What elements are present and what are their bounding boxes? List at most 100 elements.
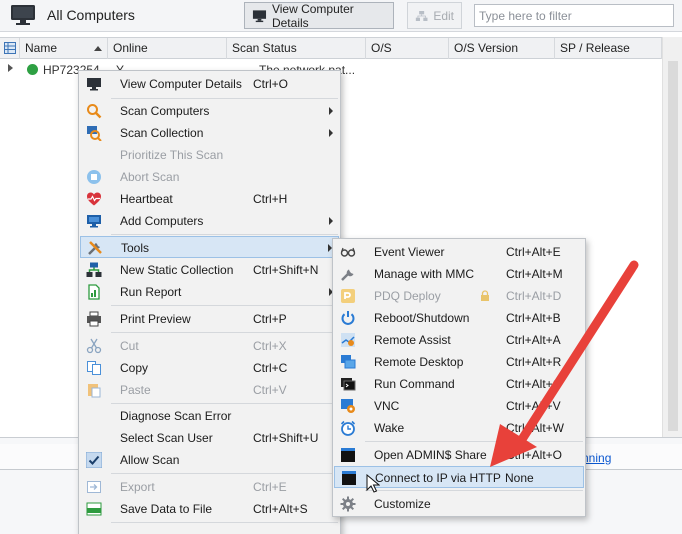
menu-item-open-admin-share[interactable]: Open ADMIN$ Share Ctrl+Alt+O — [334, 444, 584, 466]
console-icon — [342, 471, 356, 485]
menu-item-label: Run Command — [374, 377, 455, 391]
menu-item-shortcut: Ctrl+Alt+O — [506, 448, 563, 462]
menu-item-save-data-to-file[interactable]: Save Data to File Ctrl+Alt+S — [80, 498, 339, 520]
menu-item-customize[interactable]: Customize — [334, 493, 584, 515]
menu-item-wake[interactable]: Wake Ctrl+Alt+W — [334, 417, 584, 439]
menu-item-run-command[interactable]: Run Command Ctrl+Alt+C — [334, 373, 584, 395]
column-sp-release[interactable]: SP / Release — [555, 38, 662, 59]
edit-button[interactable]: Edit — [407, 2, 462, 29]
tools-icon — [88, 241, 102, 255]
menu-item-abort-scan[interactable]: Abort Scan — [80, 166, 339, 188]
share-icon — [341, 448, 355, 462]
menu-item-label: Reboot/Shutdown — [374, 311, 470, 325]
menu-item-cut[interactable]: Cut Ctrl+X — [80, 335, 339, 357]
menu-item-pdq-deploy[interactable]: PDQ Deploy Ctrl+Alt+D — [334, 285, 584, 307]
menu-item-run-report[interactable]: Run Report — [80, 281, 339, 303]
column-label: Name — [25, 41, 58, 55]
terminal-icon — [341, 378, 356, 391]
menu-item-remote-desktop[interactable]: Remote Desktop Ctrl+Alt+R — [334, 351, 584, 373]
page-title: All Computers — [47, 7, 135, 23]
menu-item-shortcut: Ctrl+O — [253, 77, 289, 91]
menu-separator — [111, 403, 338, 404]
edit-tree-icon — [415, 10, 428, 21]
scissors-icon — [86, 338, 102, 354]
menu-separator — [111, 234, 338, 235]
filter-input[interactable] — [474, 4, 674, 27]
menu-item-label: Remote Assist — [374, 333, 451, 347]
menu-item-new-static-collection[interactable]: New Static Collection Ctrl+Shift+N — [80, 259, 339, 281]
edit-button-label: Edit — [433, 8, 454, 23]
menu-item-print-preview[interactable]: Print Preview Ctrl+P — [80, 308, 339, 330]
column-os[interactable]: O/S — [366, 38, 449, 59]
column-os-version[interactable]: O/S Version — [449, 38, 555, 59]
menu-item-remote-assist[interactable]: Remote Assist Ctrl+Alt+A — [334, 329, 584, 351]
grid-icon — [4, 42, 16, 54]
menu-item-event-viewer[interactable]: Event Viewer Ctrl+Alt+E — [334, 241, 584, 263]
menu-item-label: PDQ Deploy — [374, 289, 441, 303]
collection-icon — [86, 262, 102, 277]
submenu-arrow-icon — [329, 217, 333, 225]
column-chooser-button[interactable] — [0, 38, 20, 59]
menu-item-manage-mmc[interactable]: Manage with MMC Ctrl+Alt+M — [334, 263, 584, 285]
menu-item-prioritize-scan[interactable]: Prioritize This Scan — [80, 144, 339, 166]
row-indicator-icon — [8, 64, 13, 72]
deploy-icon — [341, 289, 355, 303]
column-scan-status[interactable]: Scan Status — [227, 38, 366, 59]
column-label: O/S Version — [454, 41, 519, 55]
view-computer-details-button[interactable]: View Computer Details — [244, 2, 394, 30]
vertical-scrollbar[interactable] — [662, 37, 682, 437]
menu-item-label: Run Report — [120, 285, 182, 299]
menu-item-label: Scan Computers — [120, 104, 210, 118]
menu-item-export[interactable]: Export Ctrl+E — [80, 476, 339, 498]
menu-item-diagnose-scan-error[interactable]: Diagnose Scan Error — [80, 405, 339, 427]
menu-item-shortcut: Ctrl+E — [253, 480, 287, 494]
vnc-icon — [341, 399, 355, 413]
submenu-arrow-icon — [329, 107, 333, 115]
heartbeat-icon — [87, 192, 101, 206]
menu-item-label: Scan Collection — [120, 126, 204, 140]
menu-item-add-computers[interactable]: Add Computers — [80, 210, 339, 232]
monitor-icon — [252, 9, 267, 22]
wrench-icon — [341, 269, 354, 281]
menu-item-shortcut: Ctrl+C — [253, 361, 288, 375]
glasses-icon — [340, 247, 356, 257]
menu-item-shortcut: Ctrl+Shift+U — [253, 431, 319, 445]
power-icon — [341, 311, 355, 325]
menu-item-label: Customize — [374, 497, 431, 511]
menu-item-select-scan-user[interactable]: Select Scan User Ctrl+Shift+U — [80, 427, 339, 449]
mouse-cursor-icon — [366, 474, 380, 493]
menu-item-label: Prioritize This Scan — [120, 148, 224, 162]
menu-item-label: Wake — [374, 421, 405, 435]
menu-item-reboot-shutdown[interactable]: Reboot/Shutdown Ctrl+Alt+B — [334, 307, 584, 329]
column-name[interactable]: Name — [20, 38, 108, 59]
menu-item-view-computer-details[interactable]: View Computer Details Ctrl+O — [80, 73, 339, 95]
checkmark-icon — [86, 452, 102, 468]
menu-item-label: Paste — [120, 383, 151, 397]
menu-item-label: VNC — [374, 399, 400, 413]
menu-separator — [365, 441, 583, 442]
menu-item-label: Add Computers — [120, 214, 204, 228]
menu-item-shortcut: Ctrl+Alt+V — [506, 399, 561, 413]
menu-item-shortcut: Ctrl+Shift+N — [253, 263, 319, 277]
menu-item-allow-scan[interactable]: Allow Scan — [80, 449, 339, 471]
menu-item-scan-collection[interactable]: Scan Collection — [80, 122, 339, 144]
menu-item-label: Open ADMIN$ Share — [374, 448, 487, 462]
menu-item-paste[interactable]: Paste Ctrl+V — [80, 379, 339, 401]
menu-item-scan-computers[interactable]: Scan Computers — [80, 100, 339, 122]
menu-separator — [111, 98, 338, 99]
menu-item-shortcut: None — [505, 471, 534, 485]
copy-icon — [87, 361, 101, 375]
submenu-arrow-icon — [329, 129, 333, 137]
menu-item-tools[interactable]: Tools — [80, 236, 339, 258]
status-link[interactable]: nning — [582, 451, 611, 465]
menu-item-heartbeat[interactable]: Heartbeat Ctrl+H — [80, 188, 339, 210]
column-online[interactable]: Online — [108, 38, 227, 59]
menu-item-vnc[interactable]: VNC Ctrl+Alt+V — [334, 395, 584, 417]
scrollbar-thumb[interactable] — [668, 61, 678, 431]
printer-icon — [87, 311, 101, 327]
menu-separator — [365, 490, 583, 491]
menu-item-label: Cut — [120, 339, 139, 353]
menu-item-label: Export — [120, 480, 155, 494]
menu-item-copy[interactable]: Copy Ctrl+C — [80, 357, 339, 379]
monitor-icon — [87, 78, 101, 91]
